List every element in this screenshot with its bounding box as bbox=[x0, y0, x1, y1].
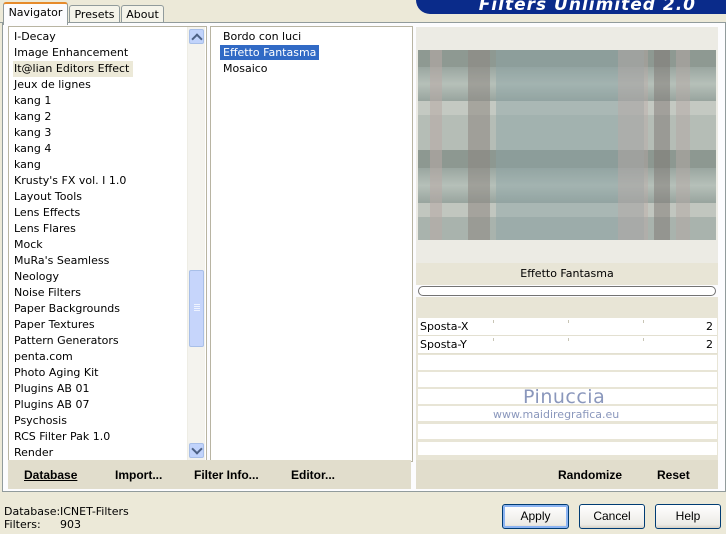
preview-image bbox=[418, 50, 716, 240]
empty-param-row bbox=[418, 372, 717, 387]
category-item[interactable]: Mock bbox=[14, 237, 43, 253]
category-item[interactable]: kang 3 bbox=[14, 125, 51, 141]
scroll-down-arrow-icon[interactable] bbox=[189, 443, 204, 458]
database-status-value: ICNET-Filters bbox=[60, 505, 129, 518]
category-item[interactable]: MuRa's Seamless bbox=[14, 253, 109, 269]
param-row-sposta-x[interactable]: Sposta-X 2 bbox=[418, 318, 717, 336]
category-item[interactable]: RCS Filter Pak 1.0 bbox=[14, 429, 110, 445]
tab-presets[interactable]: Presets bbox=[69, 5, 120, 23]
category-item[interactable]: Noise Filters bbox=[14, 285, 81, 301]
help-button[interactable]: Help bbox=[655, 504, 721, 529]
filter-info-button[interactable]: Filter Info... bbox=[194, 468, 259, 482]
category-item[interactable]: Krusty's FX vol. I 1.0 bbox=[14, 173, 126, 189]
editor-button[interactable]: Editor... bbox=[291, 468, 335, 482]
filter-list[interactable] bbox=[210, 26, 413, 462]
banner-title: Filters Unlimited 2.0 bbox=[478, 0, 696, 14]
category-item[interactable]: Paper Textures bbox=[14, 317, 95, 333]
cancel-button[interactable]: Cancel bbox=[579, 504, 645, 529]
param-value: 2 bbox=[706, 320, 713, 333]
filters-count-label: Filters: bbox=[4, 518, 41, 531]
filter-item[interactable]: Effetto Fantasma bbox=[220, 45, 320, 60]
empty-param-row bbox=[418, 424, 717, 439]
param-label: Sposta-Y bbox=[420, 338, 467, 351]
scroll-thumb[interactable] bbox=[189, 270, 204, 347]
category-item[interactable]: Photo Aging Kit bbox=[14, 365, 98, 381]
param-label: Sposta-X bbox=[420, 320, 469, 333]
filter-item[interactable]: Bordo con luci bbox=[220, 29, 304, 44]
category-scrollbar[interactable] bbox=[187, 27, 205, 460]
category-item[interactable]: penta.com bbox=[14, 349, 73, 365]
progress-bar bbox=[418, 286, 716, 296]
database-button[interactable]: Database bbox=[24, 468, 77, 482]
tab-navigator[interactable]: Navigator bbox=[3, 2, 68, 25]
category-item[interactable]: Plugins AB 01 bbox=[14, 381, 89, 397]
filters-count-value: 903 bbox=[60, 518, 81, 531]
scroll-up-arrow-icon[interactable] bbox=[189, 29, 204, 44]
category-item[interactable]: kang 4 bbox=[14, 141, 51, 157]
category-item[interactable]: kang 1 bbox=[14, 93, 51, 109]
category-item[interactable]: I-Decay bbox=[14, 29, 56, 45]
param-value: 2 bbox=[706, 338, 713, 351]
category-item[interactable]: Render bbox=[14, 445, 53, 461]
category-item[interactable]: Paper Backgrounds bbox=[14, 301, 120, 317]
category-item[interactable]: Layout Tools bbox=[14, 189, 82, 205]
watermark-url: www.maidiregrafica.eu bbox=[493, 408, 620, 421]
param-row-sposta-y[interactable]: Sposta-Y 2 bbox=[418, 336, 717, 354]
reset-button[interactable]: Reset bbox=[657, 468, 690, 482]
category-item[interactable]: It@lian Editors Effect bbox=[13, 61, 134, 77]
category-item[interactable]: Neology bbox=[14, 269, 59, 285]
empty-param-row bbox=[418, 355, 717, 370]
category-item[interactable]: kang bbox=[14, 157, 41, 173]
empty-param-row bbox=[418, 442, 717, 455]
category-item[interactable]: Plugins AB 07 bbox=[14, 397, 89, 413]
filter-name-label: Effetto Fantasma bbox=[416, 263, 718, 285]
category-item[interactable]: Image Enhancement bbox=[14, 45, 128, 61]
randomize-button[interactable]: Randomize bbox=[558, 468, 622, 482]
category-item[interactable]: Psychosis bbox=[14, 413, 67, 429]
category-item[interactable]: kang 2 bbox=[14, 109, 51, 125]
tab-about[interactable]: About bbox=[121, 5, 164, 23]
filter-item[interactable]: Mosaico bbox=[220, 61, 271, 76]
apply-button[interactable]: Apply bbox=[502, 504, 569, 529]
category-item[interactable]: Lens Flares bbox=[14, 221, 76, 237]
category-item[interactable]: Pattern Generators bbox=[14, 333, 119, 349]
import-button[interactable]: Import... bbox=[115, 468, 162, 482]
category-item[interactable]: Jeux de lignes bbox=[14, 77, 91, 93]
title-banner: Filters Unlimited 2.0 bbox=[416, 0, 726, 14]
watermark-name: Pinuccia bbox=[523, 386, 606, 408]
database-status-label: Database: bbox=[4, 505, 61, 518]
category-item[interactable]: Lens Effects bbox=[14, 205, 80, 221]
